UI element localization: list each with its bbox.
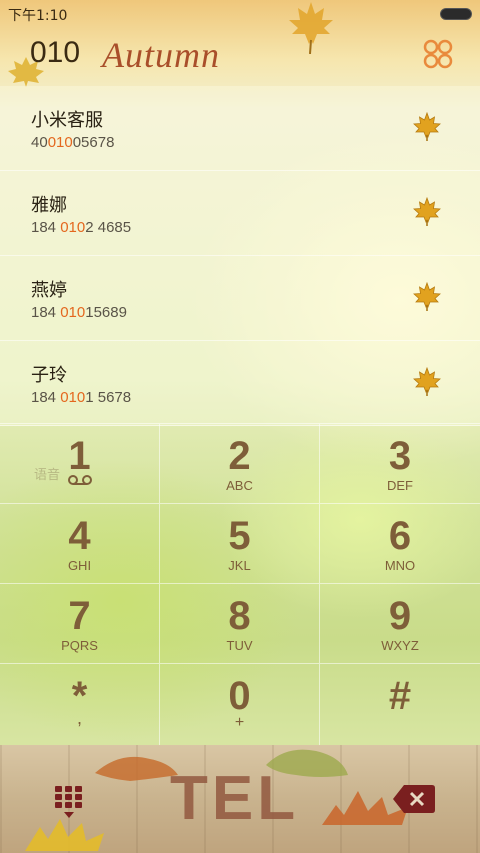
number-match-highlight: 010 [60, 304, 86, 321]
key-letters: GHI [67, 558, 92, 573]
key-letters: DEF [387, 478, 413, 493]
voicemail-label: 语音 [34, 468, 61, 483]
call-button[interactable]: TEL [170, 763, 299, 834]
contact-name: 雅娜 [31, 195, 67, 216]
dial-keypad: 1 语音 2 ABC 3 DEF 4 GHI 5 JKL 6 MNO 7 PQR… [0, 423, 480, 745]
key-0[interactable]: 0 + [160, 663, 320, 745]
clover-menu-icon[interactable] [420, 36, 456, 72]
contact-row[interactable]: 燕婷 184 01015689 [0, 256, 480, 341]
key-digit: # [388, 674, 412, 718]
number-suffix: 1 5678 [85, 389, 132, 406]
key-letters: JKL [228, 558, 251, 573]
contact-number: 184 0102 4685 [31, 219, 131, 236]
dialed-number[interactable]: 010 [30, 36, 80, 70]
key-digit: 8 [228, 594, 251, 638]
contact-row[interactable]: 雅娜 184 0102 4685 [0, 171, 480, 256]
contact-number: 4001005678 [31, 134, 114, 151]
dialer-header: 010 Autumn [0, 28, 480, 86]
contact-row[interactable]: 小米客服 4001005678 [0, 86, 480, 171]
number-suffix: 2 4685 [85, 219, 132, 236]
key-letters: WXYZ [381, 638, 419, 653]
key-4[interactable]: 4 GHI [0, 503, 160, 583]
key-hash[interactable]: # [320, 663, 480, 745]
key-letters: + [234, 714, 245, 731]
number-suffix: 05678 [72, 134, 115, 151]
maple-leaf-icon[interactable] [412, 112, 442, 142]
key-digit: 4 [68, 514, 91, 558]
key-digit: 9 [388, 594, 412, 638]
battery-icon [440, 8, 472, 20]
fallen-leaf-decoration [25, 819, 104, 851]
key-star[interactable]: * , [0, 663, 160, 745]
number-suffix: 15689 [85, 304, 127, 321]
key-8[interactable]: 8 TUV [160, 583, 320, 663]
contact-row[interactable]: 子玲 184 0101 5678 [0, 341, 480, 426]
key-letters: MNO [384, 558, 416, 573]
status-time: 下午1:10 [8, 8, 68, 24]
dialpad-grid-icon[interactable] [54, 785, 84, 819]
key-9[interactable]: 9 WXYZ [320, 583, 480, 663]
maple-leaf-icon[interactable] [412, 197, 442, 227]
number-prefix: 184 [31, 219, 61, 236]
key-letters: , [76, 708, 82, 728]
number-match-highlight: 010 [47, 134, 73, 151]
backspace-icon[interactable] [392, 783, 436, 815]
contact-name: 燕婷 [31, 280, 67, 301]
status-bar: 下午1:10 [0, 0, 480, 28]
key-5[interactable]: 5 JKL [160, 503, 320, 583]
key-letters: TUV [226, 638, 253, 653]
key-7[interactable]: 7 PQRS [0, 583, 160, 663]
key-digit: 2 [228, 434, 251, 478]
fallen-leaf-decoration [95, 756, 178, 781]
key-digit: 5 [228, 514, 251, 558]
contact-name: 小米客服 [31, 110, 103, 131]
contact-number: 184 0101 5678 [31, 389, 131, 406]
number-match-highlight: 010 [60, 219, 86, 236]
key-3[interactable]: 3 DEF [320, 423, 480, 503]
key-2[interactable]: 2 ABC [160, 423, 320, 503]
number-prefix: 40 [31, 134, 48, 151]
theme-brand-title: Autumn [102, 35, 220, 75]
number-prefix: 184 [31, 389, 61, 406]
maple-leaf-icon[interactable] [412, 367, 442, 397]
number-prefix: 184 [31, 304, 61, 321]
key-digit: 1 [68, 434, 91, 478]
bottom-action-bar: TEL [0, 745, 480, 853]
contact-suggestion-list: 小米客服 4001005678 雅娜 184 0102 4685 燕婷 184 … [0, 86, 480, 426]
key-digit: 6 [388, 514, 412, 558]
contact-number: 184 01015689 [31, 304, 127, 321]
number-match-highlight: 010 [60, 389, 86, 406]
key-6[interactable]: 6 MNO [320, 503, 480, 583]
key-letters: PQRS [61, 638, 98, 653]
key-digit: 7 [68, 594, 91, 638]
maple-leaf-icon[interactable] [412, 282, 442, 312]
key-letters: ABC [226, 478, 253, 493]
contact-name: 子玲 [31, 365, 67, 386]
key-digit: 0 [228, 674, 251, 718]
key-1[interactable]: 1 语音 [0, 423, 160, 503]
key-digit: 3 [388, 434, 412, 478]
